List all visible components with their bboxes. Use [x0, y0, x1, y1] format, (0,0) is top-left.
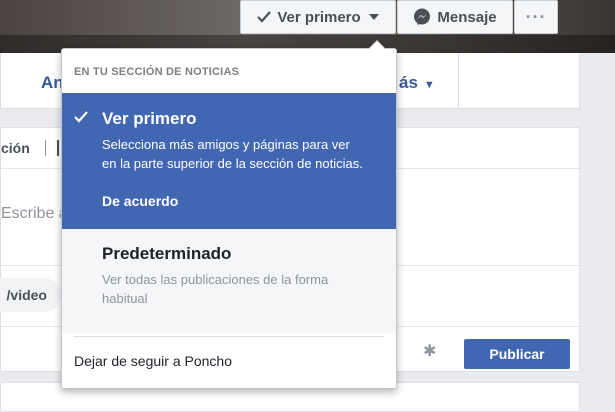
dropdown-divider [74, 336, 384, 337]
option-see-first[interactable]: Ver primero Selecciona más amigos y pági… [62, 93, 396, 229]
message-label: Mensaje [437, 8, 497, 26]
publish-button[interactable]: Publicar [464, 339, 570, 369]
option-description: Selecciona más amigos y páginas para ver… [102, 137, 363, 171]
more-label: ··· [525, 6, 547, 27]
nav-divider [458, 53, 459, 109]
tab-separator [45, 140, 46, 156]
more-options-button[interactable]: ··· [514, 0, 558, 34]
caret-down-icon [368, 12, 379, 23]
tab-separator-dark [57, 140, 59, 156]
message-button[interactable]: Mensaje [397, 0, 513, 34]
follow-label: Ver primero [277, 8, 361, 26]
option-title: Ver primero [102, 109, 197, 128]
dropdown-header: EN TU SECCIÓN DE NOTICIAS [74, 66, 240, 78]
composer-tab-partial[interactable]: ción [1, 140, 30, 156]
caret-down-icon: ▼ [423, 79, 435, 91]
unfollow-item[interactable]: Dejar de seguir a Poncho [74, 353, 232, 369]
photo-video-label: /video [6, 287, 47, 303]
check-icon [257, 11, 272, 23]
dropdown-arrow [369, 41, 385, 49]
follow-dropdown-menu: EN TU SECCIÓN DE NOTICIAS Ver primero Se… [61, 40, 397, 389]
gear-icon[interactable]: ✱ [423, 341, 436, 361]
publish-label: Publicar [489, 346, 545, 362]
nav-more-partial[interactable]: ás ▼ [399, 73, 435, 93]
ok-link[interactable]: De acuerdo [102, 193, 178, 209]
photo-video-button[interactable]: /video [0, 278, 61, 312]
composer-input[interactable]: Escribe a [1, 205, 68, 223]
check-icon [74, 110, 88, 128]
option-description: Ver todas las publicaciones de la forma … [102, 272, 329, 306]
nav-more-label: ás [399, 73, 418, 92]
option-title: Predeterminado [102, 244, 232, 263]
messenger-icon [413, 8, 431, 26]
follow-button[interactable]: Ver primero [240, 0, 396, 34]
option-default[interactable]: Predeterminado Ver todas las publicacion… [62, 229, 396, 333]
